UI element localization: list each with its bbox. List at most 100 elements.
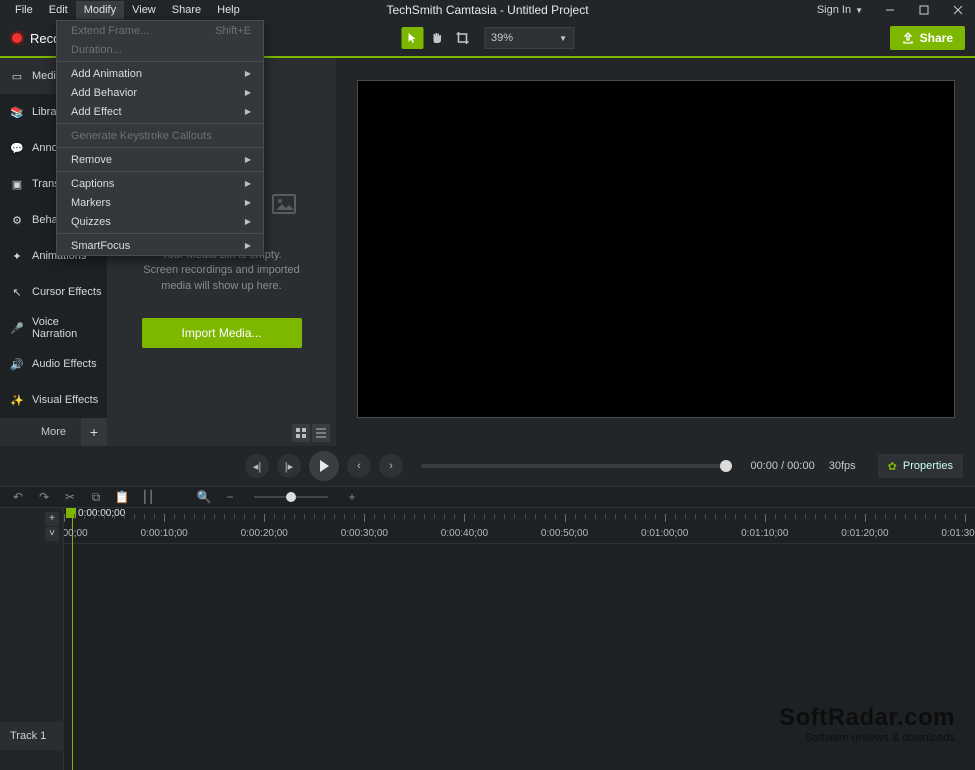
timeline: + ˅ Track 1 0:00:00;00 0:00:00;000:00:10… — [0, 508, 975, 770]
ruler-tick — [615, 514, 616, 519]
split-button[interactable]: ⎮⎮ — [140, 489, 156, 505]
ruler-tick — [535, 514, 536, 519]
menu-item-markers[interactable]: Markers▶ — [57, 193, 263, 212]
menu-modify[interactable]: Modify — [76, 1, 124, 19]
menu-item-add-animation[interactable]: Add Animation▶ — [57, 64, 263, 83]
playback-fps: 30fps — [829, 460, 856, 472]
scrubber-thumb[interactable] — [720, 460, 732, 472]
prev-button[interactable]: ‹ — [347, 454, 371, 478]
ruler-tick — [655, 514, 656, 519]
ruler-tick — [945, 514, 946, 519]
menu-item-add-behavior[interactable]: Add Behavior▶ — [57, 83, 263, 102]
signin-button[interactable]: Sign In ▼ — [807, 1, 873, 19]
menu-view[interactable]: View — [124, 1, 164, 19]
ruler-tick — [114, 514, 115, 519]
timeline-tracks-area[interactable]: 0:00:00;00 0:00:00;000:00:10;000:00:20;0… — [64, 508, 975, 770]
ruler-tick — [434, 514, 435, 519]
ruler-tick — [264, 514, 265, 522]
menu-file[interactable]: File — [7, 1, 41, 19]
sidebar-icon: 📚 — [10, 106, 24, 119]
menu-item-smartfocus[interactable]: SmartFocus▶ — [57, 236, 263, 255]
ruler-label: 0:00:40;00 — [441, 528, 488, 539]
sidebar-item-audio-effects[interactable]: 🔊Audio Effects — [0, 346, 107, 382]
ruler-tick — [605, 514, 606, 519]
menu-item-quizzes[interactable]: Quizzes▶ — [57, 212, 263, 231]
track-1-header[interactable]: Track 1 — [0, 722, 64, 750]
zoom-slider-thumb[interactable] — [286, 492, 296, 502]
ruler-tick — [905, 514, 906, 519]
ruler-tick — [184, 514, 185, 519]
pan-tool[interactable] — [426, 27, 448, 49]
minimize-button[interactable] — [873, 0, 907, 20]
select-tool[interactable] — [401, 27, 423, 49]
add-button[interactable]: + — [81, 418, 107, 446]
close-button[interactable] — [941, 0, 975, 20]
copy-button[interactable]: ⧉ — [88, 489, 104, 505]
redo-button[interactable]: ↷ — [36, 489, 52, 505]
crop-tool[interactable] — [451, 27, 473, 49]
track-options-button[interactable]: ˅ — [45, 527, 59, 541]
add-track-button[interactable]: + — [45, 512, 59, 526]
menu-item-label: Add Effect — [71, 106, 122, 118]
share-button[interactable]: Share — [890, 26, 965, 50]
preview-canvas[interactable] — [357, 80, 955, 418]
sidebar-more-button[interactable]: More+ — [0, 418, 107, 446]
ruler-tick — [745, 514, 746, 519]
list-view-icon[interactable] — [312, 424, 330, 442]
ruler-tick — [775, 514, 776, 519]
menu-item-add-effect[interactable]: Add Effect ▶ — [57, 102, 263, 121]
ruler-tick — [504, 514, 505, 519]
empty-text-line: media will show up here. — [143, 279, 300, 294]
menu-share[interactable]: Share — [164, 1, 209, 19]
zoom-in-button[interactable]: + — [344, 489, 360, 505]
menu-item-captions[interactable]: Captions▶ — [57, 174, 263, 193]
ruler-tick — [875, 514, 876, 519]
ruler-label: 0:01:20;00 — [841, 528, 888, 539]
maximize-button[interactable] — [907, 0, 941, 20]
ruler-tick — [645, 514, 646, 519]
menu-item-label: Duration... — [71, 44, 122, 56]
grid-view-icon[interactable] — [292, 424, 310, 442]
record-button[interactable]: Reco — [10, 31, 60, 46]
ruler-tick — [424, 514, 425, 519]
ruler-tick — [324, 514, 325, 519]
sidebar-item-label: Beha — [32, 214, 58, 226]
zoom-out-button[interactable]: − — [222, 489, 238, 505]
cut-button[interactable]: ✂ — [62, 489, 78, 505]
sidebar-item-visual-effects[interactable]: ✨Visual Effects — [0, 382, 107, 418]
ruler-tick — [595, 514, 596, 519]
zoom-value: 39% — [491, 32, 513, 44]
menu-edit[interactable]: Edit — [41, 1, 76, 19]
image-placeholder-icon — [272, 194, 296, 214]
ruler-tick — [364, 514, 365, 522]
menu-help[interactable]: Help — [209, 1, 248, 19]
playback-scrubber[interactable] — [421, 464, 726, 468]
menu-item-remove[interactable]: Remove▶ — [57, 150, 263, 169]
signin-label: Sign In — [817, 4, 851, 16]
ruler-tick — [635, 514, 636, 519]
sidebar-item-voice-narration[interactable]: 🎤Voice Narration — [0, 310, 107, 346]
ruler-label: 0:01:00;00 — [641, 528, 688, 539]
ruler-tick — [514, 514, 515, 519]
sidebar-item-cursor-effects[interactable]: ↖Cursor Effects — [0, 274, 107, 310]
undo-button[interactable]: ↶ — [10, 489, 26, 505]
sidebar-icon: ↖ — [10, 286, 24, 299]
timeline-zoom-slider[interactable] — [254, 496, 328, 498]
properties-button[interactable]: ✿ Properties — [878, 454, 963, 478]
prev-frame-button[interactable]: ◂| — [245, 454, 269, 478]
paste-button[interactable]: 📋 — [114, 489, 130, 505]
timeline-ruler[interactable]: 0:00:00;00 0:00:00;000:00:10;000:00:20;0… — [64, 508, 975, 544]
ruler-tick — [555, 514, 556, 519]
import-media-button[interactable]: Import Media... — [142, 318, 302, 348]
zoom-dropdown[interactable]: 39% ▼ — [484, 27, 574, 49]
menu-item-label: SmartFocus — [71, 240, 130, 252]
next-button[interactable]: › — [379, 454, 403, 478]
submenu-arrow-icon: ▶ — [245, 107, 251, 116]
menu-separator — [57, 61, 263, 62]
next-frame-button[interactable]: |▸ — [277, 454, 301, 478]
play-button[interactable] — [309, 451, 339, 481]
sidebar-icon: ▣ — [10, 178, 24, 191]
ruler-tick — [484, 514, 485, 519]
ruler-tick — [474, 514, 475, 519]
menu-separator — [57, 123, 263, 124]
